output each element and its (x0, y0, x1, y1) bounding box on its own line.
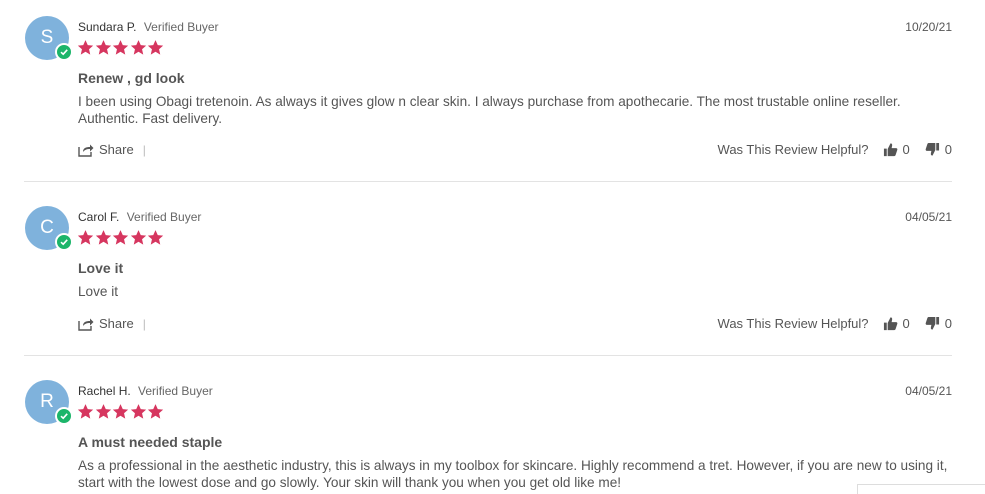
reviewer-name: Rachel H. (78, 384, 131, 398)
star-icon (112, 40, 129, 55)
verified-buyer-label: Verified Buyer (126, 210, 202, 224)
avatar-initial: R (40, 391, 54, 412)
review-body: Love it (78, 284, 119, 299)
star-icon (95, 230, 111, 245)
separator: | (142, 316, 146, 331)
star-icon (130, 40, 146, 55)
star-rating (77, 403, 165, 420)
thumbs-down-button[interactable]: 0 (925, 142, 952, 157)
review-title: A must needed staple (78, 434, 223, 450)
star-icon (147, 404, 164, 419)
avatar-initial: S (40, 27, 54, 48)
review-header: Carol F. Verified Buyer (78, 210, 201, 224)
avatar-initial: C (40, 217, 54, 238)
review-body: I been using Obagi tretenoin. As always … (78, 94, 901, 126)
thumbs-up-icon (883, 317, 897, 331)
verified-check-icon (55, 43, 73, 61)
star-icon (77, 230, 94, 245)
thumbs-down-icon (925, 142, 939, 156)
helpful-question: Was This Review Helpful? (717, 142, 869, 157)
review-date: 04/05/21 (905, 384, 952, 398)
review-item: R Rachel H. Verified Buyer 04/05/21 A mu… (0, 364, 985, 494)
review-item: S Sundara P. Verified Buyer 10/20/21 Ren… (0, 0, 985, 182)
reviewer-name: Sundara P. (78, 20, 137, 34)
reviewer-name: Carol F. (78, 210, 120, 224)
star-icon (95, 40, 111, 55)
thumbs-down-count: 0 (944, 316, 952, 331)
review-date: 04/05/21 (905, 210, 952, 224)
helpful-question: Was This Review Helpful? (717, 316, 869, 331)
share-icon (78, 144, 94, 157)
star-rating (77, 229, 165, 246)
star-icon (147, 40, 164, 55)
thumbs-up-icon (883, 143, 897, 157)
divider (24, 355, 952, 356)
star-icon (112, 230, 129, 245)
thumbs-up-count: 0 (902, 316, 910, 331)
star-icon (95, 404, 111, 419)
verified-check-icon (55, 407, 73, 425)
thumbs-down-button[interactable]: 0 (925, 316, 952, 331)
review-title: Renew , gd look (78, 70, 185, 86)
share-label: Share (99, 142, 134, 157)
divider (24, 181, 952, 182)
star-icon (112, 404, 129, 419)
separator: | (142, 142, 146, 157)
review-header: Rachel H. Verified Buyer (78, 384, 213, 398)
thumbs-down-icon (925, 316, 939, 330)
share-button[interactable]: Share | (78, 142, 146, 157)
helpful-votes: Was This Review Helpful? 0 0 (718, 316, 952, 331)
star-icon (130, 230, 146, 245)
share-button[interactable]: Share | (78, 316, 146, 331)
star-icon (77, 404, 94, 419)
verified-buyer-label: Verified Buyer (138, 384, 213, 398)
scroll-corner (857, 484, 985, 494)
thumbs-up-button[interactable]: 0 (883, 316, 910, 331)
star-rating (77, 39, 165, 56)
thumbs-up-button[interactable]: 0 (883, 142, 910, 157)
star-icon (130, 404, 146, 419)
review-title: Love it (78, 260, 124, 276)
thumbs-up-count: 0 (902, 142, 910, 157)
share-label: Share (99, 316, 134, 331)
review-item: C Carol F. Verified Buyer 04/05/21 Love … (0, 190, 985, 355)
verified-check-icon (55, 233, 73, 251)
share-icon (78, 318, 94, 331)
review-header: Sundara P. Verified Buyer (78, 20, 219, 34)
thumbs-down-count: 0 (944, 142, 952, 157)
review-footer: Share | Was This Review Helpful? 0 0 (78, 142, 952, 160)
star-icon (77, 40, 94, 55)
review-footer: Share | Was This Review Helpful? 0 0 (78, 316, 952, 334)
verified-buyer-label: Verified Buyer (143, 20, 219, 34)
helpful-votes: Was This Review Helpful? 0 0 (718, 142, 952, 157)
review-date: 10/20/21 (905, 20, 952, 34)
star-icon (147, 230, 164, 245)
review-body: As a professional in the aesthetic indus… (78, 458, 948, 490)
